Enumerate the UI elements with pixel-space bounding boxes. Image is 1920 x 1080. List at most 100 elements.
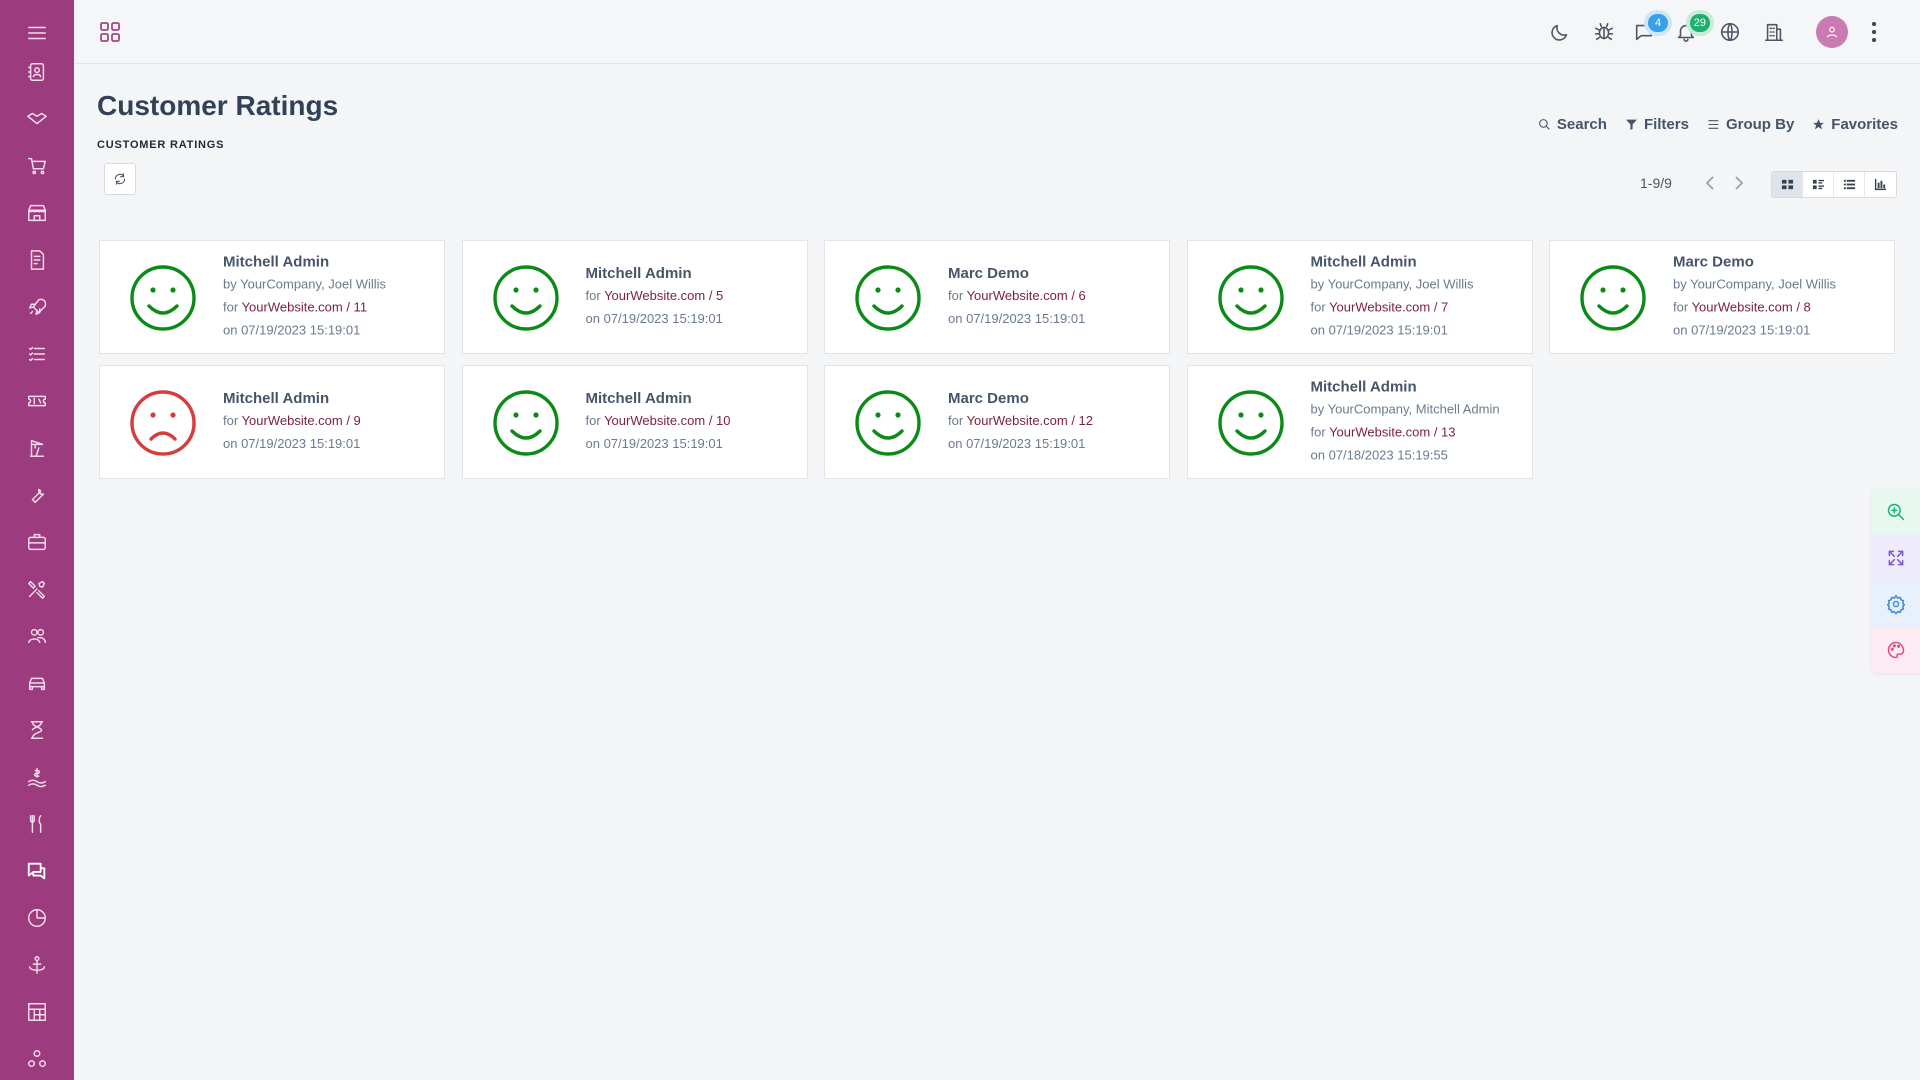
- notifications-button[interactable]: 29: [1672, 14, 1710, 46]
- resource-link[interactable]: YourWebsite.com / 9: [242, 413, 361, 428]
- debug-button[interactable]: [1590, 18, 1618, 46]
- ticket-icon: [28, 395, 46, 407]
- dark-mode-button[interactable]: [1546, 18, 1574, 46]
- crane-icon: [29, 439, 45, 457]
- messages-button[interactable]: 4: [1630, 14, 1668, 46]
- sidebar-app-store[interactable]: [0, 193, 74, 233]
- group-by-button[interactable]: Group By: [1707, 116, 1794, 133]
- store-icon: [28, 204, 46, 222]
- breadcrumb: CUSTOMER RATINGS: [97, 139, 225, 151]
- rating-date: on 07/18/2023 15:19:55: [1310, 447, 1448, 463]
- sidebar-app-contacts[interactable]: [0, 52, 74, 92]
- rating-resource: for YourWebsite.com / 10: [585, 413, 731, 428]
- graph-view-button[interactable]: [1865, 172, 1896, 197]
- rating-card[interactable]: Marc Demo for YourWebsite.com / 6 on 07/19…: [824, 240, 1170, 354]
- resource-link[interactable]: YourWebsite.com / 12: [967, 413, 1093, 428]
- sidebar-app-pie-chart[interactable]: [0, 898, 74, 938]
- sidebar-app-hourglass[interactable]: [0, 710, 74, 750]
- smiley-face-icon: [492, 264, 560, 332]
- sidebar-app-dashboard[interactable]: [0, 992, 74, 1032]
- rating-card[interactable]: Mitchell Admin for YourWebsite.com / 5 on …: [461, 240, 808, 354]
- resource-link[interactable]: YourWebsite.com / 7: [1329, 300, 1448, 315]
- pager-value[interactable]: 1-9/9: [1640, 175, 1672, 191]
- rating-card[interactable]: Mitchell Admin by YourCompany, Joel Willi…: [99, 240, 445, 354]
- resource-link[interactable]: YourWebsite.com / 5: [604, 288, 723, 303]
- rating-resource: for YourWebsite.com / 13: [1310, 424, 1456, 440]
- filters-button[interactable]: Filters: [1625, 116, 1689, 133]
- notifications-count-badge: 29: [1689, 14, 1710, 32]
- page-title: Customer Ratings: [97, 90, 339, 121]
- rating-card[interactable]: Mitchell Admin for YourWebsite.com / 9 on …: [99, 365, 445, 479]
- smiley-face-icon: [129, 264, 197, 332]
- wrench-icon: [31, 488, 45, 504]
- more-options-icon[interactable]: [1868, 20, 1880, 44]
- modules-icon: [28, 1050, 46, 1068]
- rating-info: Marc Demo for YourWebsite.com / 12 on 07/1…: [948, 389, 1161, 455]
- sidebar-app-payroll[interactable]: [0, 757, 74, 797]
- rating-resource: for YourWebsite.com / 12: [948, 413, 1094, 428]
- sidebar-app-ticket[interactable]: [0, 381, 74, 421]
- resource-link[interactable]: YourWebsite.com / 6: [967, 288, 1086, 303]
- rating-card[interactable]: Marc Demo for YourWebsite.com / 12 on 07/1…: [824, 365, 1170, 479]
- sidebar-app-chat[interactable]: [0, 851, 74, 891]
- sidebar-app-invoice[interactable]: [0, 240, 74, 280]
- rating-card[interactable]: Mitchell Admin by YourCompany, Mitchell A…: [1186, 365, 1533, 479]
- chevron-left-icon: [1705, 176, 1714, 190]
- sidebar-app-handshake[interactable]: [0, 99, 74, 139]
- rating-resource: for YourWebsite.com / 7: [1310, 299, 1449, 315]
- zoom-in-tool-button[interactable]: [1872, 489, 1920, 535]
- apps-grid-icon: [100, 22, 120, 42]
- rating-card[interactable]: Mitchell Admin for YourWebsite.com / 10 on…: [461, 365, 808, 479]
- smiley-face-icon: [854, 264, 922, 332]
- sidebar-app-anchor[interactable]: [0, 945, 74, 985]
- favorites-button[interactable]: Favorites: [1812, 116, 1898, 133]
- sidebar-app-briefcase[interactable]: [0, 522, 74, 562]
- search-button[interactable]: Search: [1538, 116, 1607, 133]
- apps-menu-button[interactable]: [98, 20, 122, 44]
- rating-resource: for YourWebsite.com / 9: [223, 413, 361, 428]
- resource-link[interactable]: YourWebsite.com / 10: [604, 413, 730, 428]
- rated-partner-name: Mitchell Admin: [585, 390, 692, 407]
- resource-link[interactable]: YourWebsite.com / 8: [1692, 300, 1811, 315]
- sidebar-app-list[interactable]: [0, 334, 74, 374]
- briefcase-icon: [28, 533, 46, 551]
- palette-tool-button[interactable]: [1872, 627, 1920, 673]
- resource-link[interactable]: YourWebsite.com / 11: [242, 300, 368, 315]
- sidebar-app-wrench[interactable]: [0, 475, 74, 515]
- sidebar-app-users[interactable]: [0, 616, 74, 656]
- kanban-view-button[interactable]: [1772, 172, 1803, 197]
- language-button[interactable]: [1716, 18, 1744, 46]
- sidebar-app-modules[interactable]: [0, 1039, 74, 1079]
- anchor-icon: [28, 956, 46, 974]
- menu-toggle-icon[interactable]: [0, 13, 74, 53]
- app-sidebar: [0, 0, 74, 1080]
- refresh-button[interactable]: [104, 163, 136, 195]
- sidebar-app-utensils[interactable]: [0, 804, 74, 844]
- sidebar-app-tools[interactable]: [0, 569, 74, 609]
- sidebar-app-rocket[interactable]: [0, 287, 74, 327]
- globe-icon: [1720, 22, 1740, 42]
- expand-tool-button[interactable]: [1872, 535, 1920, 581]
- pager-next-button[interactable]: [1729, 172, 1749, 194]
- handshake-icon: [27, 112, 47, 125]
- company-switcher-button[interactable]: [1760, 18, 1788, 46]
- rating-resource: for YourWebsite.com / 5: [585, 288, 724, 303]
- activity-view-button[interactable]: [1803, 172, 1834, 197]
- settings-tool-button[interactable]: [1872, 581, 1920, 627]
- resource-link[interactable]: YourWebsite.com / 13: [1329, 425, 1455, 440]
- rating-card[interactable]: Marc Demo by YourCompany, Joel Willis for …: [1549, 240, 1895, 354]
- chat-icon: [27, 862, 46, 880]
- list-view-button[interactable]: [1834, 172, 1865, 197]
- car-icon: [28, 677, 46, 691]
- filter-icon: [1626, 119, 1637, 130]
- payroll-icon: [28, 768, 46, 788]
- sidebar-app-crane[interactable]: [0, 428, 74, 468]
- hourglass-icon: [30, 721, 44, 739]
- user-avatar[interactable]: [1816, 16, 1848, 48]
- rating-info: Mitchell Admin for YourWebsite.com / 10 on…: [586, 389, 799, 455]
- rating-card[interactable]: Mitchell Admin by YourCompany, Joel Willi…: [1186, 240, 1533, 354]
- sidebar-app-cart[interactable]: [0, 146, 74, 186]
- tools-icon: [28, 580, 46, 599]
- pager-previous-button[interactable]: [1700, 172, 1720, 194]
- sidebar-app-car[interactable]: [0, 663, 74, 703]
